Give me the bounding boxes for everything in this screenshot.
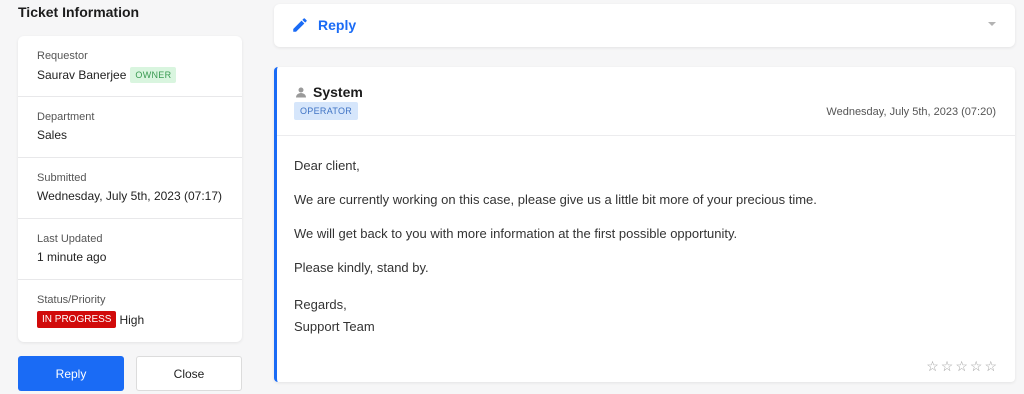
department-value: Sales: [37, 128, 68, 142]
submitted-label: Submitted: [37, 172, 87, 184]
submitted-row: Submitted Wednesday, July 5th, 2023 (07:…: [18, 158, 242, 219]
message-header: System OPERATOR Wednesday, July 5th, 202…: [277, 67, 1015, 136]
reply-button[interactable]: Reply: [18, 356, 124, 391]
reply-bar-label: Reply: [318, 17, 357, 33]
message-closing: Regards,: [294, 297, 347, 312]
ticket-info-card: Requestor Saurav Banerjee OWNER Departme…: [18, 36, 242, 342]
message-body: Dear client, We are currently working on…: [277, 136, 1015, 338]
message-paragraph: Please kindly, stand by.: [294, 260, 429, 275]
department-label: Department: [37, 111, 95, 123]
message-signature: Support Team: [294, 319, 375, 334]
star-icon[interactable]: ☆: [926, 359, 939, 373]
operator-badge: OPERATOR: [294, 102, 359, 120]
star-icon[interactable]: ☆: [955, 359, 968, 373]
caret-down-icon[interactable]: [988, 22, 996, 26]
ticket-information-title: Ticket Information: [18, 4, 140, 20]
requestor-label: Requestor: [37, 50, 88, 62]
message-paragraph: Dear client,: [294, 158, 360, 173]
priority-value: High: [119, 312, 145, 327]
status-priority-label: Status/Priority: [37, 294, 106, 306]
message-author: System: [313, 84, 363, 100]
department-row: Department Sales: [18, 97, 242, 158]
message-date: Wednesday, July 5th, 2023 (07:20): [826, 106, 996, 118]
last-updated-value: 1 minute ago: [37, 250, 107, 264]
requestor-name: Saurav Banerjee: [37, 68, 127, 82]
pencil-icon: [291, 16, 309, 39]
message-card: System OPERATOR Wednesday, July 5th, 202…: [274, 67, 1015, 382]
submitted-value: Wednesday, July 5th, 2023 (07:17): [37, 189, 223, 203]
owner-badge: OWNER: [130, 67, 177, 83]
message-paragraph: We will get back to you with more inform…: [294, 226, 738, 241]
star-icon[interactable]: ☆: [941, 359, 954, 373]
status-badge: IN PROGRESS: [37, 311, 117, 328]
message-paragraph: We are currently working on this case, p…: [294, 192, 817, 207]
close-button[interactable]: Close: [136, 356, 242, 391]
star-icon[interactable]: ☆: [970, 359, 983, 373]
star-rating: ☆ ☆ ☆ ☆ ☆: [926, 359, 997, 373]
last-updated-label: Last Updated: [37, 233, 103, 245]
requestor-row: Requestor Saurav Banerjee OWNER: [18, 36, 242, 97]
status-priority-row: Status/Priority IN PROGRESS High: [18, 280, 242, 341]
star-icon[interactable]: ☆: [984, 359, 997, 373]
person-icon: [295, 85, 307, 103]
last-updated-row: Last Updated 1 minute ago: [18, 219, 242, 280]
reply-toggle-bar[interactable]: Reply: [274, 4, 1015, 47]
